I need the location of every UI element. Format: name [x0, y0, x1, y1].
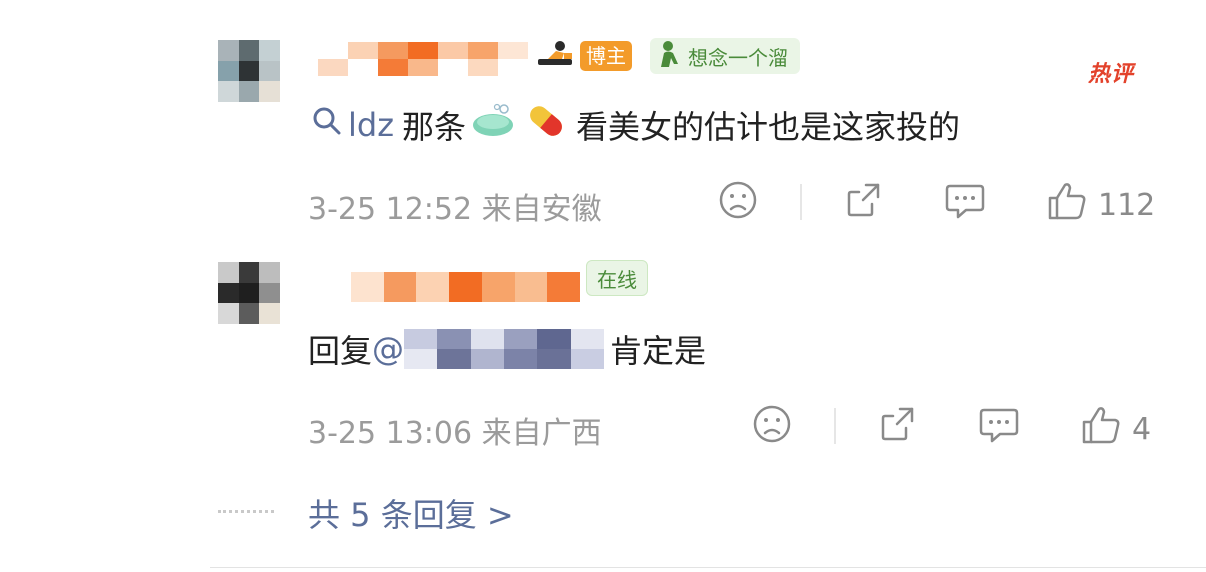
bottom-divider — [210, 567, 1206, 568]
avatar[interactable] — [218, 262, 280, 324]
thumbs-up-icon — [1080, 404, 1122, 454]
pill-emoji-icon — [524, 101, 568, 149]
mention-at: @ — [372, 330, 405, 368]
like-count: 4 — [1132, 411, 1152, 447]
divider — [800, 184, 802, 220]
dotted-divider — [218, 510, 274, 513]
avatar[interactable] — [218, 40, 280, 102]
search-link-text: ldz — [348, 106, 394, 144]
comment-content: ldz 那条 看美女的估计也是这家投的 — [312, 102, 960, 148]
blogger-badge: 博主 — [534, 40, 632, 72]
like-button[interactable]: 4 — [1080, 404, 1151, 454]
like-button[interactable]: 112 — [1046, 180, 1155, 230]
thumbs-up-icon — [1046, 180, 1088, 230]
blogger-tag: 博主 — [580, 41, 632, 71]
search-icon — [312, 106, 342, 144]
content-text-mid: 那条 — [402, 108, 467, 146]
comment-icon — [978, 404, 1020, 452]
divider — [834, 408, 836, 444]
person-icon — [658, 40, 682, 73]
content-text-tail: 肯定是 — [610, 332, 707, 370]
reply-prefix: 回复 — [308, 332, 373, 370]
soap-emoji-icon — [470, 103, 516, 147]
comment-icon — [944, 180, 986, 228]
hot-comment-tag: 热评 — [1088, 56, 1134, 88]
share-button[interactable] — [844, 180, 884, 228]
hot-comment-label: 热评 — [1088, 62, 1135, 87]
username[interactable] — [318, 42, 528, 76]
blogger-figure-icon — [534, 39, 576, 73]
search-link[interactable]: ldz — [312, 106, 394, 144]
dislike-button[interactable] — [752, 404, 792, 452]
content-text-tail: 看美女的估计也是这家投的 — [576, 108, 961, 146]
mention-link[interactable]: @ — [372, 329, 604, 369]
share-button[interactable] — [878, 404, 918, 452]
share-icon — [878, 404, 918, 452]
more-replies-link[interactable]: 共 5 条回复 > — [308, 490, 514, 536]
group-badge-label: 想念一个溜 — [688, 45, 788, 70]
comment-meta: 3-25 13:06 来自广西 — [308, 416, 602, 451]
like-count: 112 — [1098, 187, 1156, 223]
group-badge[interactable]: 想念一个溜 — [650, 38, 800, 74]
sad-face-icon — [752, 404, 792, 452]
username[interactable] — [318, 272, 580, 302]
mention-username-blurred — [404, 329, 604, 369]
comment-button[interactable] — [978, 404, 1020, 452]
comment-meta: 3-25 12:52 来自安徽 — [308, 192, 602, 227]
sad-face-icon — [718, 180, 758, 228]
share-icon — [844, 180, 884, 228]
online-badge: 在线 — [586, 260, 648, 296]
comment-content: 回复 @ 肯定是 — [308, 326, 706, 372]
comment-button[interactable] — [944, 180, 986, 228]
dislike-button[interactable] — [718, 180, 758, 228]
